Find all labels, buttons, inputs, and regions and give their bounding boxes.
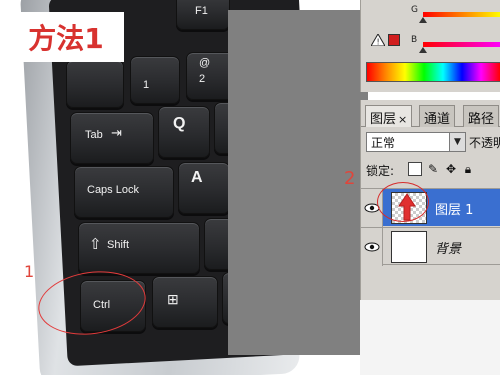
- move-icon[interactable]: ✥: [444, 162, 458, 176]
- key-windows: ⊞: [152, 276, 218, 328]
- key-f1: F1: [176, 0, 230, 30]
- color-panel: G ! B: [360, 0, 500, 92]
- tab-layers-label: 图层: [370, 112, 397, 127]
- method-badge: 方法1: [8, 12, 124, 62]
- slider-g-track[interactable]: [423, 12, 500, 17]
- annotation-number-1: 1: [24, 262, 35, 281]
- panel-tab-bar: 图层 × 通道 路径: [361, 105, 500, 127]
- windows-icon: ⊞: [167, 291, 179, 307]
- slider-g-label: G: [411, 5, 418, 15]
- blend-mode-value: 正常: [371, 136, 396, 150]
- tab-paths[interactable]: 路径: [463, 105, 500, 127]
- slider-g-thumb[interactable]: [419, 17, 427, 23]
- slider-g[interactable]: G: [361, 4, 500, 24]
- key-q: Q: [158, 106, 210, 158]
- close-icon[interactable]: ×: [398, 113, 407, 126]
- key-unknown-small: [66, 60, 124, 108]
- layer-row-background[interactable]: 背景: [361, 227, 500, 266]
- lock-transparency-icon[interactable]: [408, 162, 422, 176]
- tab-channels[interactable]: 通道: [419, 105, 456, 127]
- blend-mode-select[interactable]: 正常 ▼: [366, 132, 466, 152]
- tab-layers[interactable]: 图层 ×: [365, 105, 413, 127]
- annotation-number-2: 2: [344, 168, 356, 189]
- method-label: 方法1: [28, 22, 104, 55]
- lock-icon[interactable]: 🔒︎: [461, 162, 475, 176]
- slider-b[interactable]: B: [361, 34, 500, 54]
- key-a: A: [178, 162, 230, 214]
- annotation-arrow-icon: [398, 193, 416, 221]
- color-spectrum[interactable]: [366, 62, 500, 82]
- opacity-label: 不透明: [469, 136, 500, 150]
- panel-empty-area: [360, 300, 500, 375]
- brush-icon[interactable]: ✎: [426, 162, 440, 176]
- tab-channels-label: 通道: [424, 112, 451, 127]
- layer-name[interactable]: 背景: [435, 238, 461, 257]
- key-tab: Tab ⇥: [70, 112, 154, 164]
- slider-b-thumb[interactable]: [419, 47, 427, 53]
- key-1: 1: [130, 56, 180, 104]
- slider-b-label: B: [411, 35, 418, 45]
- layer-thumbnail[interactable]: [391, 231, 427, 263]
- layer-name[interactable]: 图层 1: [435, 199, 473, 218]
- lock-row: 锁定: ✎ ✥ 🔒︎: [366, 162, 500, 180]
- lock-label: 锁定:: [366, 164, 395, 178]
- chevron-down-icon[interactable]: ▼: [449, 133, 465, 151]
- tab-paths-label: 路径: [468, 112, 495, 127]
- key-shift: ⇧ Shift: [78, 222, 200, 274]
- slider-b-track[interactable]: [423, 42, 500, 47]
- key-caps-lock: Caps Lock: [74, 166, 174, 218]
- eye-icon[interactable]: [361, 228, 383, 266]
